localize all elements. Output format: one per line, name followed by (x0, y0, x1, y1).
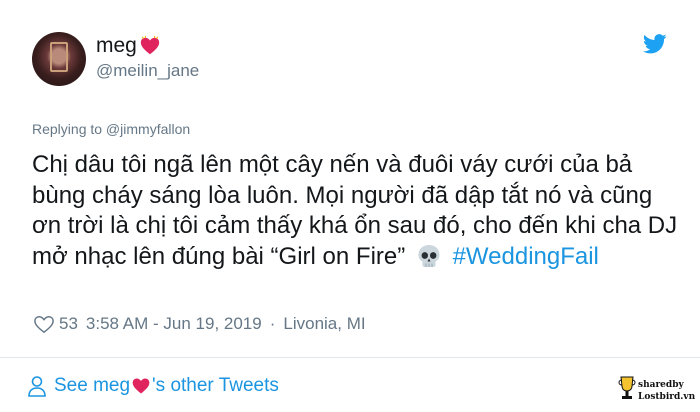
trophy-icon (618, 376, 636, 399)
skull-emoji-icon (418, 244, 440, 267)
replying-to-label[interactable]: Replying to @jimmyfallon (32, 121, 190, 137)
author-handle[interactable]: @meilin_jane (96, 61, 199, 81)
tweet-timestamp[interactable]: 3:58 AM - Jun 19, 2019 (86, 314, 262, 334)
watermark-line2: Lostbird.vn (638, 392, 696, 402)
twitter-bird-icon[interactable] (643, 34, 667, 54)
meta-separator: · (269, 314, 276, 333)
divider (0, 357, 700, 358)
tweet-location[interactable]: Livonia, MI (283, 314, 365, 334)
see-other-tweets-link[interactable]: See meg 's other Tweets (26, 375, 279, 397)
red-heart-emoji-icon (132, 378, 150, 394)
person-icon (28, 376, 46, 397)
tweet-text: Chị dâu tôi ngã lên một cây nến và đuôi … (32, 150, 682, 272)
author-name-text: meg (96, 34, 137, 57)
tweet-card: meg @meilin_jane Replying to @jimmyfallo… (0, 0, 700, 412)
hashtag-link[interactable]: #WeddingFail (453, 243, 599, 270)
see-suffix-text: 's other Tweets (152, 375, 279, 396)
see-prefix-text: See meg (54, 375, 131, 396)
avatar-photo-detail (50, 42, 68, 72)
heart-outline-icon[interactable] (33, 314, 55, 334)
avatar[interactable] (32, 32, 86, 86)
tweet-meta: 53 3:58 AM - Jun 19, 2019 · Livonia, MI (33, 314, 366, 334)
watermark-line1: sharedby (638, 380, 684, 390)
like-count[interactable]: 53 (59, 314, 78, 334)
sharedby-lostbird-watermark: sharedby Lostbird.vn (618, 376, 696, 402)
red-heart-emoji-icon (140, 35, 160, 55)
author-name[interactable]: meg (96, 34, 161, 58)
